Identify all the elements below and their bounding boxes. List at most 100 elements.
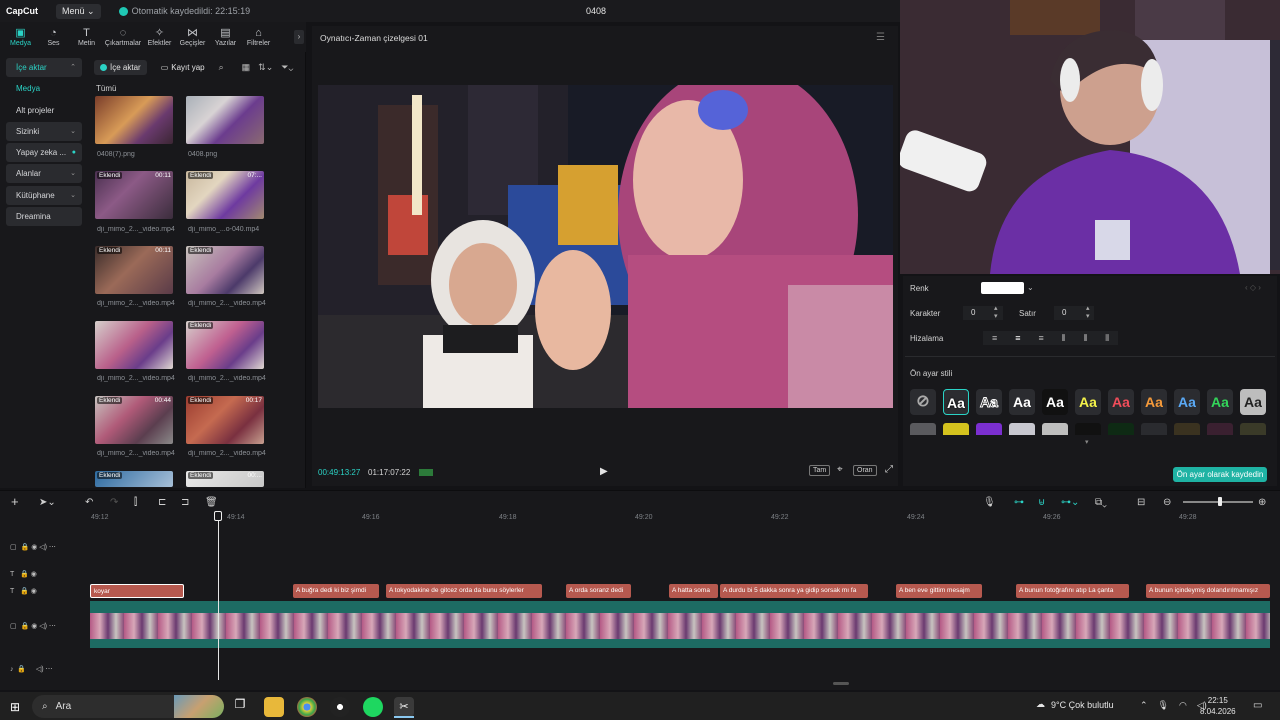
no-style-icon[interactable]: ⊘	[910, 389, 936, 415]
sidebar-item-spaces[interactable]: Alanlar ⌄	[6, 164, 82, 184]
speaker-icon[interactable]: ◁)	[39, 623, 47, 630]
preset-style-white[interactable]: Aa	[1009, 389, 1035, 415]
zoom-in-icon[interactable]: ⊕	[1258, 497, 1266, 508]
toolbar-next-icon[interactable]: ›	[294, 30, 304, 44]
line-stepper-icon[interactable]: ▴ ▾	[1086, 305, 1090, 321]
char-stepper-icon[interactable]: ▴ ▾	[994, 305, 998, 321]
main-video-clip[interactable]	[90, 601, 1270, 648]
weather-widget[interactable]: ☁ 9°C Çok bulutlu	[1036, 699, 1114, 710]
preset-style-hollow[interactable]: Aa	[976, 389, 1002, 415]
preset-swatch[interactable]	[1108, 423, 1134, 435]
eye-icon[interactable]: ◉	[31, 588, 37, 595]
chevron-down-icon[interactable]: ⌄	[1027, 283, 1034, 292]
tab-ses[interactable]: ◔ Ses	[37, 22, 70, 52]
video-preview[interactable]	[318, 85, 893, 408]
tab-filtreler[interactable]: ⌂ Filtreler	[242, 22, 275, 52]
more-icon[interactable]: ⋯	[46, 666, 53, 673]
align-bottom-icon[interactable]: ⫴	[1105, 331, 1109, 345]
preset-swatch[interactable]	[910, 423, 936, 435]
media-thumbnail[interactable]: Eklendi	[186, 246, 264, 294]
preset-swatch[interactable]	[1075, 423, 1101, 435]
lock-icon[interactable]: 🔒	[17, 666, 26, 673]
align-left-icon[interactable]: ≡	[992, 331, 997, 345]
speaker-icon[interactable]: ◁)	[39, 544, 47, 551]
media-thumbnail[interactable]: Eklendi	[95, 471, 173, 487]
lock-icon[interactable]: 🔒	[20, 588, 29, 595]
eye-icon[interactable]: ◉	[31, 571, 37, 578]
preset-style-gray[interactable]: Aa	[1240, 389, 1266, 415]
preset-style-black[interactable]: Aa	[1042, 389, 1068, 415]
file-explorer-icon[interactable]	[264, 697, 284, 717]
text-clip[interactable]: A buğra dedi ki biz şimdi	[293, 584, 379, 598]
search-icon[interactable]: ⌕	[219, 62, 224, 73]
text-clip[interactable]: A tokyodakine de gitcez orda da bunu söy…	[386, 584, 542, 598]
preset-style-yellow[interactable]: Aa	[1075, 389, 1101, 415]
select-tool-icon[interactable]: ➤⌄	[39, 497, 56, 508]
magnet-icon[interactable]: ⊌	[1038, 497, 1045, 508]
trim-right-icon[interactable]: ⊐	[181, 497, 189, 508]
tab-medya[interactable]: ▣ Medya	[4, 22, 37, 52]
spotify-icon[interactable]	[363, 697, 383, 717]
text-clip[interactable]: A bunun fotoğrafını atıp La çanta	[1016, 584, 1129, 598]
align-right-icon[interactable]: ≡	[1038, 331, 1043, 345]
taskbar-clock[interactable]: 22:15 8.04.2026	[1200, 695, 1236, 717]
sidebar-item-yours[interactable]: Sizinki ⌄	[6, 121, 82, 141]
text-clip[interactable]: A orda soranz dedi	[566, 584, 631, 598]
media-thumbnail[interactable]: Eklendi 00:11	[95, 171, 173, 219]
delete-icon[interactable]: 🗑	[205, 497, 218, 508]
preset-swatch[interactable]	[1207, 423, 1233, 435]
media-thumbnail[interactable]: Eklendi 00:17	[186, 396, 264, 444]
link-icon[interactable]: ⊶	[1014, 497, 1024, 508]
preset-style-outline[interactable]: Aa	[943, 389, 969, 415]
timeline-scrollbar[interactable]	[833, 682, 849, 685]
filter-icon[interactable]: ⏷⌄	[281, 62, 293, 73]
trim-left-icon[interactable]: ⊏	[158, 497, 166, 508]
media-thumbnail[interactable]	[95, 321, 173, 369]
preset-style-red[interactable]: Aa	[1108, 389, 1134, 415]
tab-cikartmalar[interactable]: ◌ Çıkartmalar	[103, 22, 143, 52]
preview-icon[interactable]: ⊟	[1137, 497, 1145, 508]
tab-gecisler[interactable]: ⋈ Geçişler	[176, 22, 209, 52]
wifi-icon[interactable]: ◠	[1179, 700, 1187, 711]
ai-tools-icon[interactable]: ⧉⌄	[1095, 497, 1107, 508]
text-clip[interactable]: A durdu bi 5 dakka sonra ya gidip sorsak…	[720, 584, 868, 598]
color-swatch[interactable]	[981, 282, 1024, 294]
tab-efektler[interactable]: ✧ Efektler	[143, 22, 176, 52]
sidebar-item-library[interactable]: Kütüphane ⌄	[6, 185, 82, 205]
sidebar-item-media[interactable]: Medya	[6, 79, 82, 98]
preset-swatch[interactable]	[1141, 423, 1167, 435]
sort-icon[interactable]: ⇅⌄	[258, 62, 273, 73]
sidebar-item-dreamina[interactable]: Dreamina	[6, 207, 82, 227]
playhead[interactable]	[218, 512, 219, 680]
save-preset-button[interactable]: Ön ayar olarak kaydedin	[1173, 467, 1267, 482]
preset-swatch[interactable]	[1174, 423, 1200, 435]
lock-icon[interactable]: 🔒	[21, 623, 30, 630]
keyframe-nav-icon[interactable]: ‹ ◇ ›	[1245, 283, 1261, 292]
lock-icon[interactable]: 🔒	[20, 571, 29, 578]
preset-style-green[interactable]: Aa	[1207, 389, 1233, 415]
speaker-icon[interactable]: ◁)	[36, 666, 44, 673]
preset-swatch[interactable]	[1009, 423, 1035, 435]
taskbar-search[interactable]: ⌕ Ara	[32, 695, 224, 718]
playhead-handle[interactable]	[214, 511, 222, 521]
windows-start-icon[interactable]: ⊞	[10, 700, 20, 714]
snap-icon[interactable]: ⊶⌄	[1061, 497, 1079, 508]
preset-swatch[interactable]	[976, 423, 1002, 435]
text-clip[interactable]: A hatta soma	[669, 584, 718, 598]
eye-icon[interactable]: ◉	[31, 623, 37, 630]
obs-icon[interactable]	[330, 697, 350, 717]
focus-icon[interactable]: ⌖	[834, 463, 846, 476]
preset-swatch[interactable]	[1042, 423, 1068, 435]
more-icon[interactable]: ⋯	[49, 623, 56, 630]
sidebar-item-ai[interactable]: Yapay zeka ... ●	[6, 143, 82, 163]
media-thumbnail[interactable]: Eklendi 00:...	[186, 471, 264, 487]
grid-view-icon[interactable]: ▦	[242, 62, 251, 73]
preset-swatch[interactable]	[943, 423, 969, 435]
align-top-icon[interactable]: ⫴	[1062, 331, 1066, 345]
tab-metin[interactable]: T Metin	[70, 22, 103, 52]
media-thumbnail[interactable]: Eklendi 07:...	[186, 171, 264, 219]
record-button[interactable]: ▭ Kayıt yap	[155, 60, 211, 75]
preset-style-orange[interactable]: Aa	[1141, 389, 1167, 415]
lock-icon[interactable]: 🔒	[21, 544, 30, 551]
notification-icon[interactable]: ▭	[1253, 700, 1262, 711]
